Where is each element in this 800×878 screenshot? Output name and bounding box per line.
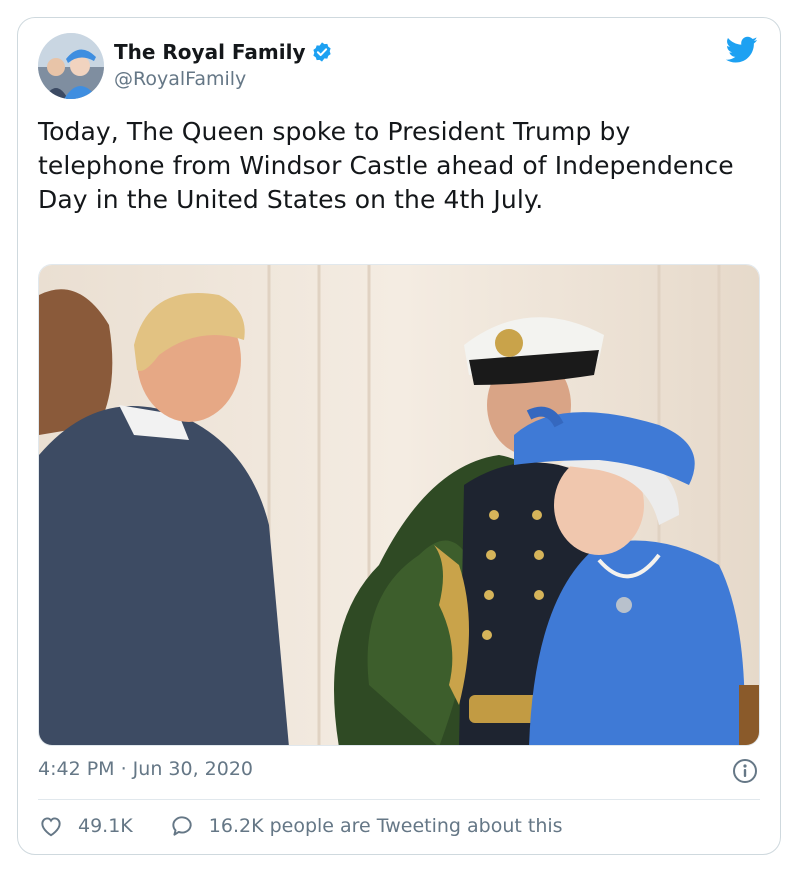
avatar[interactable] <box>38 33 104 99</box>
verified-badge-icon <box>311 41 333 63</box>
display-name[interactable]: The Royal Family <box>114 40 305 64</box>
speech-bubble-icon <box>172 816 192 836</box>
tweet-text: Today, The Queen spoke to President Trum… <box>38 117 734 214</box>
tweet-timestamp[interactable]: 4:42 PM · Jun 30, 2020 <box>38 758 253 780</box>
conversation-link[interactable]: 16.2K people are Tweeting about this <box>169 813 563 839</box>
heart-icon <box>41 817 61 837</box>
info-icon[interactable] <box>732 758 758 784</box>
conversation-text: 16.2K people are Tweeting about this <box>208 815 563 837</box>
like-count: 49.1K <box>78 815 133 837</box>
tweet-card[interactable]: The Royal Family @RoyalFamily Today, The… <box>17 17 781 855</box>
tweet-actions: 49.1K 16.2K people are Tweeting about th… <box>38 813 563 839</box>
twitter-bird-icon[interactable] <box>725 36 758 64</box>
like-button[interactable]: 49.1K <box>38 813 133 839</box>
divider <box>38 799 760 800</box>
author-handle[interactable]: @RoyalFamily <box>114 68 246 90</box>
tweet-photo[interactable] <box>38 264 760 746</box>
author-name-row[interactable]: The Royal Family <box>114 40 333 64</box>
